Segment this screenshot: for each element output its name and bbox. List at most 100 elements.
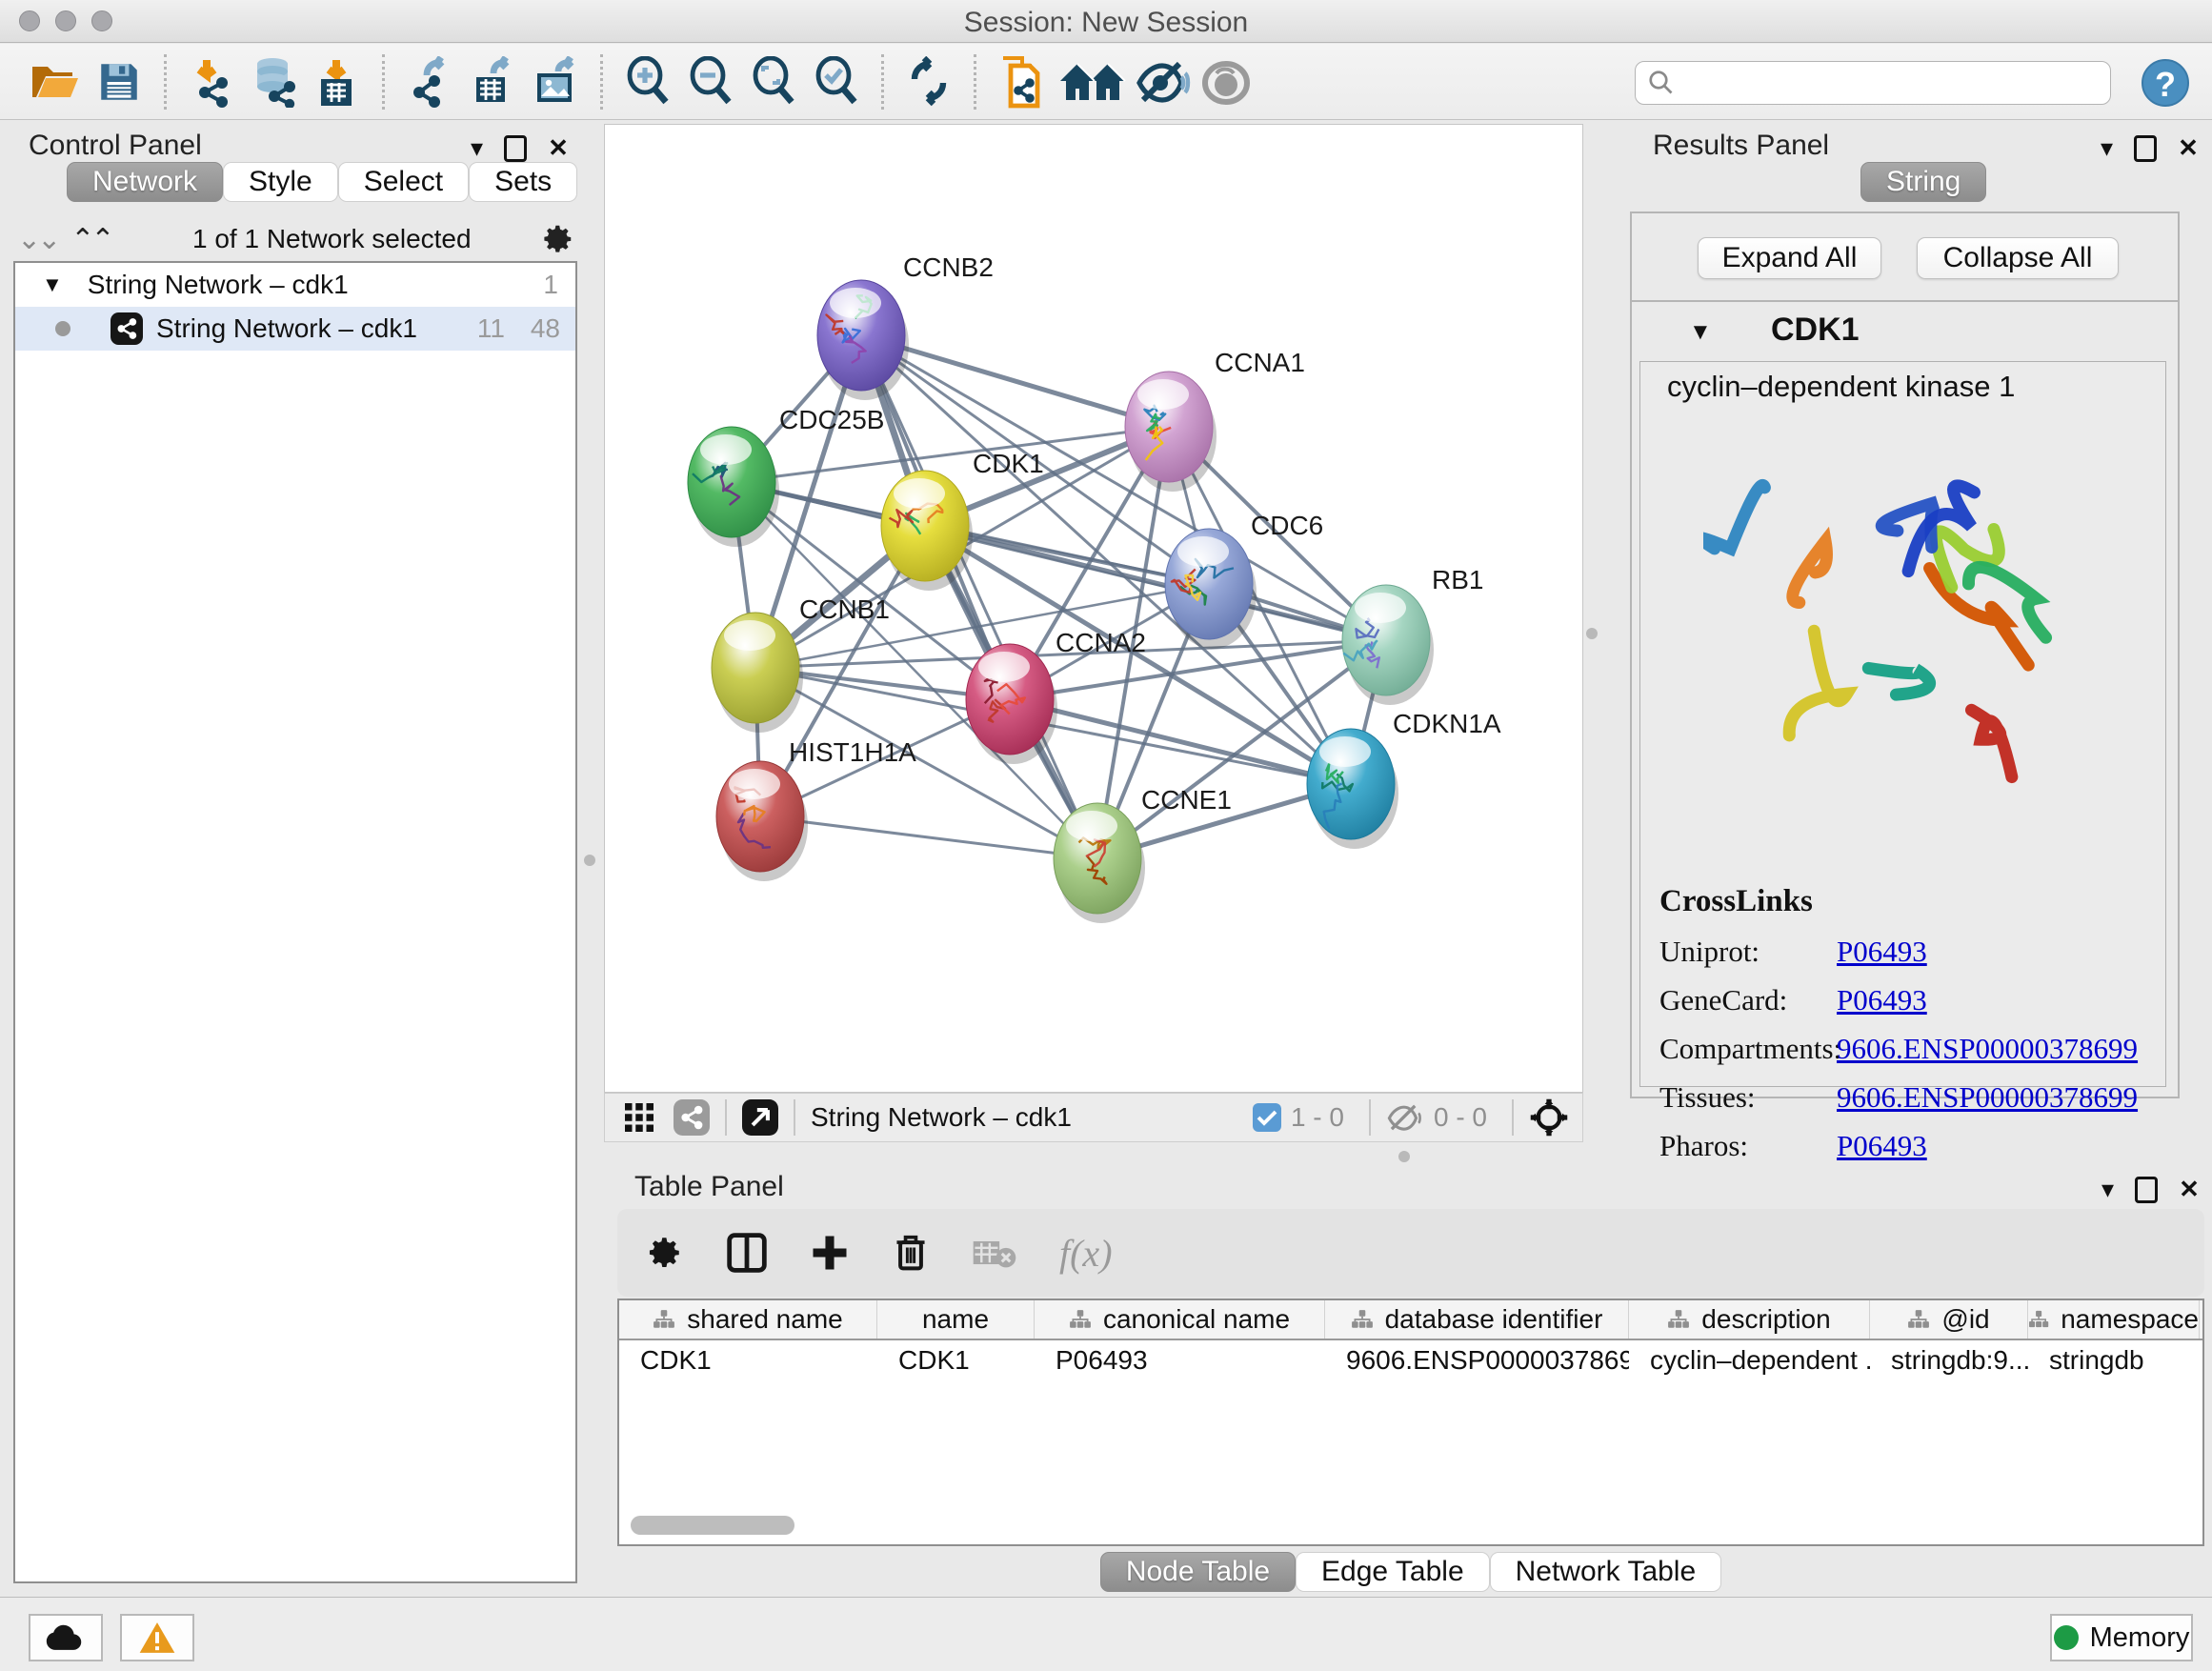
- node-CCNE1[interactable]: CCNE1: [1054, 785, 1232, 923]
- birds-eye-view-icon[interactable]: [742, 1099, 778, 1136]
- zoom-selected-button[interactable]: [805, 51, 868, 112]
- import-database-button[interactable]: [243, 51, 306, 112]
- close-panel-icon[interactable]: ✕: [2179, 1175, 2200, 1204]
- horizontal-scrollbar[interactable]: [629, 1516, 2193, 1537]
- scrollbar-thumb[interactable]: [631, 1516, 794, 1535]
- memory-label: Memory: [2090, 1622, 2190, 1654]
- collapse-all-button[interactable]: Collapse All: [1917, 237, 2119, 279]
- section-collapse-arrow-icon[interactable]: ▼: [1689, 319, 1712, 346]
- show-all-button[interactable]: [1196, 51, 1258, 112]
- table-cell[interactable]: P06493: [1035, 1340, 1325, 1380]
- horizontal-splitter-handle[interactable]: [1398, 1151, 1410, 1162]
- zoom-fit-button[interactable]: [742, 51, 805, 112]
- toolbar-search[interactable]: [1635, 61, 2111, 105]
- network-view-toolbar: String Network – cdk1 1 - 0 0 - 0: [604, 1093, 1583, 1142]
- network-options-gear-icon[interactable]: [539, 221, 575, 257]
- import-database-icon: [248, 56, 301, 108]
- table-cell[interactable]: stringdb:9...: [1870, 1340, 2028, 1380]
- collection-expand-arrow-icon[interactable]: ▼: [42, 272, 63, 297]
- crosslink-link[interactable]: P06493: [1837, 1129, 1927, 1163]
- warnings-button[interactable]: [120, 1614, 194, 1661]
- column-header-shared-name[interactable]: shared name: [619, 1300, 877, 1339]
- expand-all-button[interactable]: Expand All: [1698, 237, 1881, 279]
- crosslink-link[interactable]: 9606.ENSP00000378699: [1837, 1032, 2138, 1066]
- column-header-database-identifier[interactable]: database identifier: [1325, 1300, 1629, 1339]
- table-cell[interactable]: CDK1: [619, 1340, 877, 1380]
- import-table-button[interactable]: [306, 51, 369, 112]
- tab-sets[interactable]: Sets: [469, 162, 577, 202]
- export-table-button[interactable]: [461, 51, 524, 112]
- import-network-button[interactable]: [180, 51, 243, 112]
- refresh-layout-button[interactable]: [897, 51, 960, 112]
- panel-menu-icon[interactable]: ▾: [471, 133, 483, 163]
- memory-button[interactable]: Memory: [2050, 1614, 2193, 1661]
- clone-network-button[interactable]: [990, 51, 1053, 112]
- delete-trash-icon[interactable]: [892, 1232, 930, 1274]
- node-RB1[interactable]: RB1: [1342, 565, 1483, 705]
- node-CDC6[interactable]: CDC6: [1165, 511, 1323, 649]
- export-network-button[interactable]: [398, 51, 461, 112]
- zoom-in-button[interactable]: [616, 51, 679, 112]
- edge-CCNB2-CCNE1[interactable]: [861, 335, 1097, 858]
- hide-selected-button[interactable]: [1133, 51, 1196, 112]
- node-CCNA2[interactable]: CCNA2: [966, 628, 1146, 764]
- float-panel-icon[interactable]: [2134, 135, 2157, 162]
- tab-string[interactable]: String: [1860, 162, 1986, 202]
- column-header-at-id[interactable]: @id: [1870, 1300, 2028, 1339]
- node-CCNB2[interactable]: CCNB2: [817, 252, 994, 400]
- network-view-canvas[interactable]: CCNB2CCNA1CDC25BCDK1CDC6RB1CCNB1CCNA2CDK…: [604, 124, 1583, 1093]
- add-column-icon[interactable]: [810, 1233, 850, 1273]
- column-header-name[interactable]: name: [877, 1300, 1035, 1339]
- tab-network[interactable]: Network: [67, 162, 223, 202]
- node-table[interactable]: shared namenamecanonical namedatabase id…: [617, 1299, 2204, 1546]
- table-cell[interactable]: stringdb: [2028, 1340, 2200, 1380]
- grid-view-icon[interactable]: [622, 1100, 656, 1135]
- string-view-icon[interactable]: [674, 1099, 710, 1136]
- help-button[interactable]: ?: [2142, 59, 2189, 107]
- crosslink-link[interactable]: P06493: [1837, 935, 1927, 969]
- pan-crosshair-icon[interactable]: [1529, 1097, 1569, 1137]
- table-options-gear-icon[interactable]: [644, 1233, 684, 1273]
- tab-network-table[interactable]: Network Table: [1490, 1552, 1722, 1592]
- close-panel-icon[interactable]: ✕: [2178, 133, 2199, 163]
- float-panel-icon[interactable]: [504, 135, 527, 162]
- table-cell[interactable]: CDK1: [877, 1340, 1035, 1380]
- toolbar-separator: [794, 1099, 795, 1136]
- vertical-splitter-handle[interactable]: [1586, 628, 1598, 639]
- search-input[interactable]: [1676, 69, 2085, 98]
- show-columns-icon[interactable]: [726, 1232, 768, 1274]
- node-CDKN1A[interactable]: CDKN1A: [1307, 709, 1501, 849]
- tab-node-table[interactable]: Node Table: [1100, 1552, 1296, 1592]
- save-session-button[interactable]: [88, 51, 151, 112]
- tab-edge-table[interactable]: Edge Table: [1296, 1552, 1490, 1592]
- column-header-description[interactable]: description: [1629, 1300, 1870, 1339]
- network-row-selected[interactable]: String Network – cdk1 11 48: [15, 307, 575, 351]
- crosslink-link[interactable]: P06493: [1837, 983, 1927, 1017]
- edge-CCNE1-HIST1H1A[interactable]: [760, 816, 1097, 858]
- cloud-status-button[interactable]: [29, 1614, 103, 1661]
- float-panel-icon[interactable]: [2135, 1177, 2158, 1203]
- selected-checkbox-icon[interactable]: [1253, 1103, 1281, 1132]
- crosslink-link[interactable]: 9606.ENSP00000378699: [1837, 1080, 2138, 1115]
- column-header-canonical-name[interactable]: canonical name: [1035, 1300, 1325, 1339]
- close-panel-icon[interactable]: ✕: [548, 133, 569, 163]
- vertical-splitter-handle[interactable]: [584, 855, 595, 866]
- collapse-all-tree-icon[interactable]: ⌄⌄: [17, 223, 57, 256]
- node-HIST1H1A[interactable]: HIST1H1A: [716, 737, 916, 881]
- table-row[interactable]: CDK1CDK1P064939606.ENSP00000378699cyclin…: [619, 1340, 2202, 1380]
- protein-structure-image: [1703, 419, 2103, 867]
- tab-style[interactable]: Style: [223, 162, 338, 202]
- table-cell[interactable]: cyclin–dependent ...: [1629, 1340, 1870, 1380]
- first-neighbors-button[interactable]: [1053, 51, 1133, 112]
- panel-menu-icon[interactable]: ▾: [2101, 133, 2113, 163]
- expand-all-tree-icon[interactable]: ⌃⌃: [70, 223, 111, 256]
- zoom-out-button[interactable]: [679, 51, 742, 112]
- network-graph[interactable]: CCNB2CCNA1CDC25BCDK1CDC6RB1CCNB1CCNA2CDK…: [605, 125, 1582, 1092]
- tab-select[interactable]: Select: [338, 162, 469, 202]
- export-image-button[interactable]: [524, 51, 587, 112]
- column-header-namespace[interactable]: namespace: [2028, 1300, 2200, 1339]
- network-collection-row[interactable]: ▼ String Network – cdk1 1: [15, 263, 575, 307]
- table-cell[interactable]: 9606.ENSP00000378699: [1325, 1340, 1629, 1380]
- open-session-button[interactable]: [25, 51, 88, 112]
- panel-menu-icon[interactable]: ▾: [2101, 1175, 2114, 1204]
